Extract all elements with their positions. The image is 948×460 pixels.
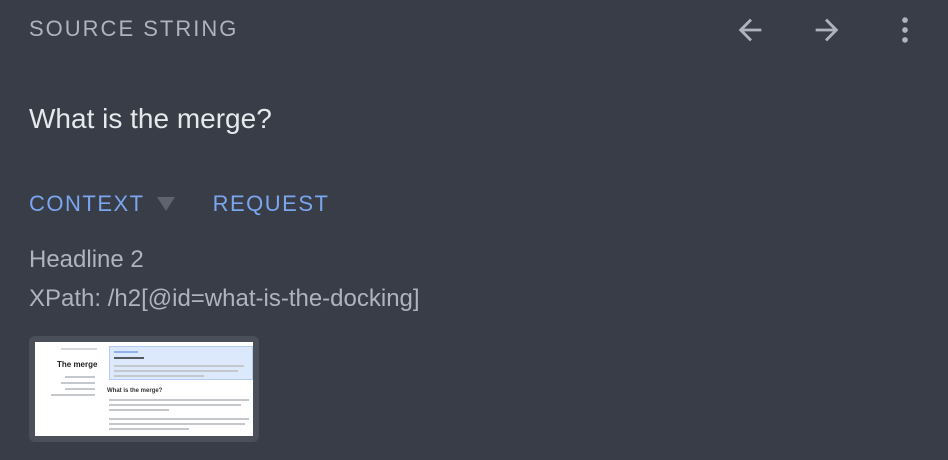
panel-title: SOURCE STRING — [29, 16, 239, 41]
source-string-panel: SOURCE STRING What is the merge? CONTEXT… — [0, 0, 948, 460]
tab-request[interactable]: REQUEST — [213, 191, 330, 217]
tab-request-label: REQUEST — [212, 191, 330, 216]
source-string-text: What is the merge? — [29, 103, 272, 134]
next-string-button[interactable] — [807, 10, 847, 50]
thumbnail-title: The merge — [57, 360, 98, 369]
thumbnail-image: The merge What is the merge? — [35, 342, 253, 436]
thumbnail-hero — [109, 346, 253, 380]
more-vert-icon — [902, 17, 908, 43]
thumbnail-content: What is the merge? — [107, 342, 253, 436]
previous-string-button[interactable] — [730, 10, 770, 50]
arrow-right-icon — [815, 18, 839, 42]
thumbnail-subheading: What is the merge? — [107, 388, 163, 394]
tab-context[interactable]: CONTEXT — [29, 191, 175, 217]
context-element-type: Headline 2 — [29, 246, 144, 273]
tab-context-label: CONTEXT — [29, 191, 145, 216]
more-options-button[interactable] — [885, 10, 925, 50]
context-tabs: CONTEXT REQUEST — [29, 191, 329, 217]
arrow-left-icon — [738, 18, 762, 42]
context-screenshot-thumbnail[interactable]: The merge What is the merge? — [29, 336, 259, 442]
caret-down-icon[interactable] — [156, 197, 175, 211]
thumbnail-sidebar: The merge — [35, 342, 105, 436]
context-xpath: XPath: /h2[@id=what-is-the-docking] — [29, 285, 420, 312]
